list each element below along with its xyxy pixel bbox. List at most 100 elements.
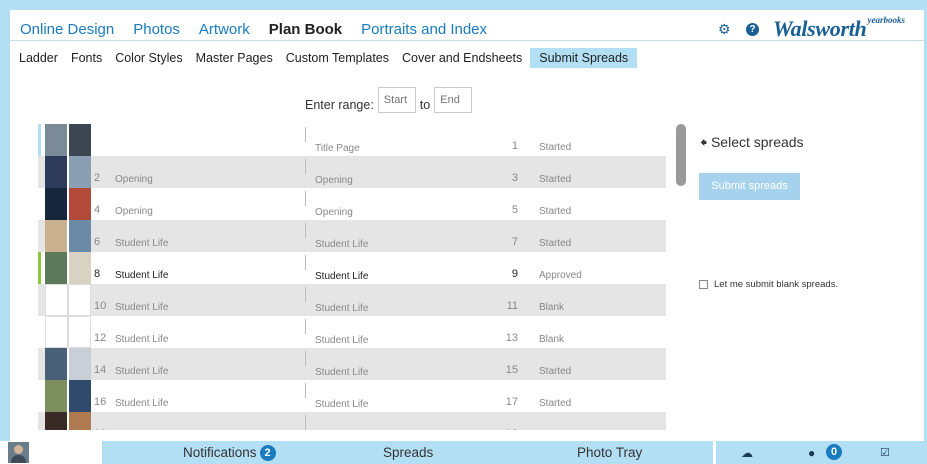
- range-end-input[interactable]: [434, 87, 473, 113]
- page-divider: [305, 223, 306, 238]
- notifications-tab[interactable]: Notifications 2: [183, 445, 276, 461]
- spreads-tab[interactable]: Spreads: [383, 445, 433, 460]
- select-spreads-hint: 🠸 Select spreads: [700, 132, 804, 156]
- range-start-input[interactable]: [377, 87, 416, 113]
- right-section-name: Opening: [315, 207, 353, 218]
- subnav-tab-custom-templates[interactable]: Custom Templates: [286, 48, 389, 68]
- spread-status-flag: [38, 412, 41, 430]
- checklist-icon[interactable]: ☑: [880, 446, 890, 459]
- spread-row[interactable]: 10 Student Life Student Life 11 Blank: [38, 284, 666, 316]
- spread-thumbnail[interactable]: [45, 380, 91, 412]
- bottom-bar: Notifications 2 Spreads Photo Tray ☁ ● 0 …: [0, 441, 927, 464]
- right-page-number: 1: [511, 140, 518, 152]
- left-section-name: Student Life: [115, 238, 169, 249]
- left-page-number: 2: [94, 172, 101, 184]
- page-divider: [305, 127, 306, 142]
- right-section-name: Student Life: [315, 335, 369, 346]
- spread-status-flag: [38, 252, 41, 284]
- left-page-number: 4: [94, 204, 101, 216]
- arrow-left-icon: 🠸: [700, 134, 708, 150]
- left-page-number: 10: [94, 300, 107, 312]
- spread-row[interactable]: 4 Opening Opening 5 Started: [38, 188, 666, 220]
- avatar[interactable]: [8, 442, 29, 463]
- spread-status: Blank: [539, 302, 565, 313]
- spread-thumbnail[interactable]: [45, 156, 91, 188]
- subnav-tab-submit-spreads[interactable]: Submit Spreads: [530, 48, 638, 68]
- spread-row[interactable]: 16 Student Life Student Life 17 Started: [38, 380, 666, 412]
- range-label: Enter range:: [305, 98, 374, 112]
- nav-tab-online-design[interactable]: Online Design: [20, 21, 114, 38]
- comment-icon[interactable]: ●: [808, 446, 815, 460]
- spread-row[interactable]: 18AcademicsAcademics19Started: [38, 412, 666, 430]
- blank-spreads-checkbox[interactable]: [699, 280, 708, 289]
- spread-row[interactable]: 12 Student Life Student Life 13 Blank: [38, 316, 666, 348]
- spread-status: Started: [539, 398, 572, 409]
- spread-thumbnail[interactable]: [45, 220, 91, 252]
- page-divider: [305, 287, 306, 302]
- main-nav: Online Design Photos Artwork Plan Book Portr…: [20, 18, 506, 40]
- left-section-name: Student Life: [115, 366, 169, 377]
- left-section-name: Student Life: [115, 302, 169, 313]
- spread-status-flag: [38, 124, 41, 156]
- page-divider: [305, 383, 306, 398]
- spread-row[interactable]: 2 Opening Opening 3 Started: [38, 156, 666, 188]
- right-page-number: 9: [511, 268, 518, 280]
- spread-thumbnail[interactable]: [45, 412, 91, 430]
- spread-row[interactable]: 14 Student Life Student Life 15 Started: [38, 348, 666, 380]
- nav-tab-photos[interactable]: Photos: [133, 21, 180, 38]
- spread-status-flag: [38, 380, 41, 412]
- spread-row[interactable]: 8 Student Life Student Life 9 Approved: [38, 252, 666, 284]
- range-selector: Enter range: to: [305, 87, 476, 113]
- spread-status-flag: [38, 348, 41, 380]
- spread-thumbnail[interactable]: [45, 124, 91, 156]
- subnav-tab-color-styles[interactable]: Color Styles: [115, 48, 182, 68]
- submit-spreads-button[interactable]: Submit spreads: [699, 173, 800, 200]
- spread-thumbnail[interactable]: [45, 284, 91, 316]
- gear-icon[interactable]: ⚙: [718, 22, 732, 36]
- notifications-label: Notifications: [183, 445, 257, 460]
- left-page-number: 14: [94, 364, 107, 376]
- list-scrollbar[interactable]: [676, 124, 686, 186]
- spread-thumbnail[interactable]: [45, 316, 91, 348]
- blank-spreads-option[interactable]: Let me submit blank spreads.: [699, 279, 838, 290]
- page-divider: [305, 159, 306, 174]
- page-divider: [305, 319, 306, 334]
- right-section-name: Student Life: [315, 399, 369, 410]
- photo-tray-tab[interactable]: Photo Tray: [577, 445, 642, 460]
- right-section-name: Student Life: [315, 271, 369, 282]
- left-page-number: 12: [94, 332, 107, 344]
- nav-tab-portraits-and-index[interactable]: Portraits and Index: [361, 21, 487, 38]
- page-divider: [305, 351, 306, 366]
- spread-thumbnail[interactable]: [45, 188, 91, 220]
- subnav-tab-ladder[interactable]: Ladder: [19, 48, 58, 68]
- spread-status-flag: [38, 220, 41, 252]
- subnav-tab-fonts[interactable]: Fonts: [71, 48, 102, 68]
- help-icon[interactable]: ?: [746, 22, 759, 36]
- spread-row[interactable]: Title Page 1 Started: [38, 124, 666, 156]
- spread-thumbnail[interactable]: [45, 252, 91, 284]
- right-page-number: 7: [511, 236, 518, 248]
- page-divider: [305, 415, 306, 430]
- cloud-upload-icon[interactable]: ☁: [741, 446, 753, 460]
- subnav-tab-master-pages[interactable]: Master Pages: [196, 48, 273, 68]
- nav-tab-artwork[interactable]: Artwork: [199, 21, 250, 38]
- spread-row[interactable]: 6 Student Life Student Life 7 Started: [38, 220, 666, 252]
- subnav-tab-cover-and-endsheets[interactable]: Cover and Endsheets: [402, 48, 522, 68]
- right-section-name: Student Life: [315, 367, 369, 378]
- plan-book-subnav: Ladder Fonts Color Styles Master Pages Custo…: [19, 47, 650, 69]
- left-section-name: Student Life: [115, 334, 169, 345]
- spread-thumbnail[interactable]: [45, 348, 91, 380]
- left-page-number: 16: [94, 396, 107, 408]
- spread-status-flag: [38, 284, 41, 316]
- right-page-number: 11: [506, 300, 518, 312]
- left-section-name: Opening: [115, 206, 153, 217]
- right-section-name: Opening: [315, 175, 353, 186]
- nav-tab-plan-book[interactable]: Plan Book: [269, 21, 342, 38]
- right-section-name: Student Life: [315, 303, 369, 314]
- spread-status-flag: [38, 156, 41, 188]
- brand-logo-sup: yearbooks: [867, 15, 906, 25]
- left-page-number: 18: [94, 428, 106, 430]
- spread-status: Started: [539, 238, 572, 249]
- brand-logo[interactable]: Walsworth: [773, 16, 867, 42]
- header-tools: ⚙ ? Walsworth yearbooks: [718, 15, 906, 42]
